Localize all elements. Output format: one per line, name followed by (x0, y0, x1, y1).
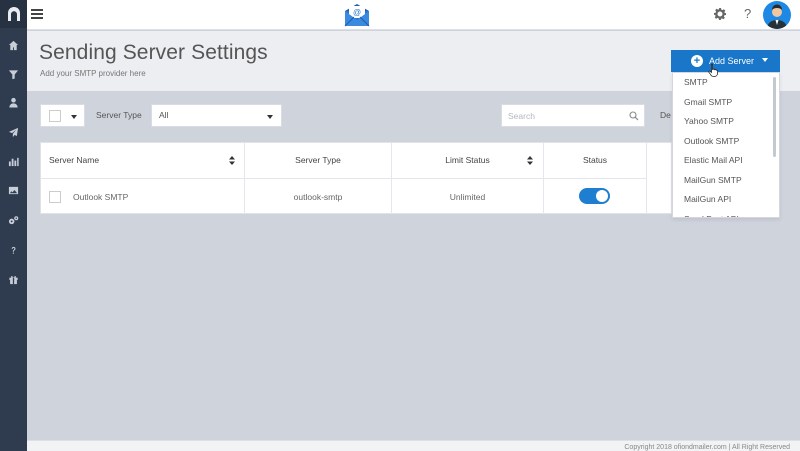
filter-label-truncated: De (660, 110, 671, 120)
dropdown-item-sparkpost-api[interactable]: SparkPost API (673, 210, 779, 218)
page-subtitle: Add your SMTP provider here (40, 69, 146, 78)
hamburger-menu-icon[interactable] (31, 9, 43, 20)
select-all-checkbox[interactable] (49, 110, 61, 122)
dropdown-item-elastic-mail-api[interactable]: Elastic Mail API (673, 151, 779, 171)
search-input[interactable] (508, 109, 618, 123)
copyright-text: Copyright 2018 ofiondmailer.com | All Ri… (624, 444, 790, 451)
column-header-server-type: Server Type (245, 143, 392, 178)
footer: Copyright 2018 ofiondmailer.com | All Ri… (27, 440, 800, 451)
dropdown-item-mailgun-smtp[interactable]: MailGun SMTP (673, 171, 779, 191)
server-type-select[interactable]: All (151, 104, 282, 127)
dropdown-scrollbar[interactable] (773, 77, 776, 157)
search-icon[interactable] (629, 111, 639, 121)
column-header-server-name[interactable]: Server Name (41, 143, 245, 178)
plus-circle-icon: + (691, 55, 703, 67)
column-header-label: Status (582, 155, 608, 165)
funnel-icon[interactable] (0, 64, 27, 84)
gear-icon[interactable] (713, 7, 727, 21)
send-icon[interactable] (0, 122, 27, 142)
server-type-label: Server Type (96, 110, 142, 120)
column-header-status: Status (544, 143, 647, 178)
question-icon[interactable] (0, 240, 27, 260)
bulk-select-dropdown[interactable] (40, 104, 85, 127)
column-header-label: Server Name (49, 155, 100, 165)
bar-chart-icon[interactable] (0, 151, 27, 171)
image-icon[interactable] (0, 180, 27, 200)
toggle-knob (596, 190, 608, 202)
servers-table: Server Name Server Type Limit Status Sta… (40, 142, 672, 214)
caret-down-icon (762, 58, 768, 62)
caret-down-icon (71, 115, 77, 119)
avatar[interactable] (763, 1, 791, 29)
caret-down-icon (267, 115, 273, 119)
add-server-dropdown: SMTP Gmail SMTP Yahoo SMTP Outlook SMTP … (672, 72, 780, 218)
limit-status-cell: Unlimited (392, 178, 544, 214)
column-header-label: Limit Status (445, 155, 490, 165)
add-server-button[interactable]: + Add Server (671, 50, 780, 72)
sort-icon[interactable] (527, 156, 533, 165)
status-cell (544, 178, 647, 214)
user-icon[interactable] (0, 92, 27, 112)
column-header-limit-status[interactable]: Limit Status (392, 143, 544, 178)
dropdown-item-yahoo-smtp[interactable]: Yahoo SMTP (673, 112, 779, 132)
column-header-label: Server Type (295, 155, 341, 165)
svg-text:@: @ (353, 8, 361, 17)
page-title: Sending Server Settings (39, 41, 268, 64)
search-box (501, 104, 645, 127)
server-name-cell: Outlook SMTP (73, 192, 129, 202)
top-bar: @ ? (27, 0, 800, 30)
dropdown-item-outlook-smtp[interactable]: Outlook SMTP (673, 132, 779, 152)
home-icon[interactable] (0, 35, 27, 55)
row-checkbox[interactable] (49, 191, 61, 203)
server-type-cell: outlook-smtp (245, 178, 392, 214)
gears-icon[interactable] (0, 210, 27, 230)
brand-logo-icon[interactable] (0, 0, 27, 28)
status-toggle[interactable] (579, 188, 610, 204)
table-row: Outlook SMTP (41, 178, 245, 214)
sidebar (0, 0, 27, 451)
hand-cursor-icon (708, 63, 720, 77)
server-type-value: All (159, 110, 169, 120)
dropdown-item-smtp[interactable]: SMTP (673, 73, 779, 93)
mail-logo-icon: @ (343, 3, 371, 27)
help-icon[interactable]: ? (744, 6, 751, 21)
sort-icon[interactable] (229, 156, 235, 165)
dropdown-item-mailgun-api[interactable]: MailGun API (673, 190, 779, 210)
dropdown-item-gmail-smtp[interactable]: Gmail SMTP (673, 93, 779, 113)
gift-icon[interactable] (0, 269, 27, 289)
